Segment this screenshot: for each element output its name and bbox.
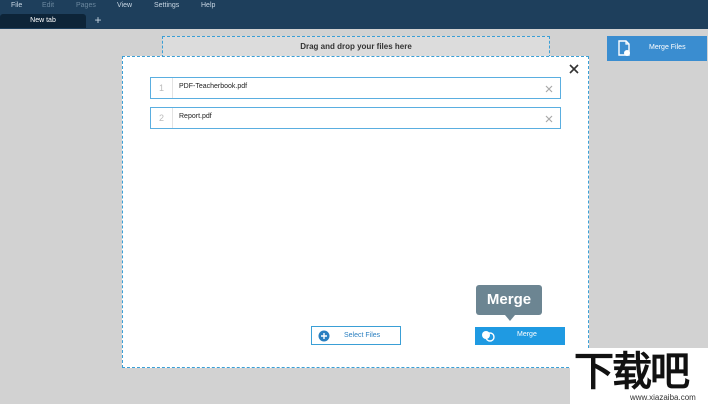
file-name: Report.pdf xyxy=(179,113,212,120)
merge-files-button[interactable]: Merge Files xyxy=(607,36,707,61)
file-name: PDF-Teacherbook.pdf xyxy=(179,83,248,90)
merge-files-label: Merge Files xyxy=(649,44,686,51)
menu-view[interactable]: View xyxy=(117,2,132,9)
menu-help[interactable]: Help xyxy=(201,2,215,9)
remove-file-button[interactable] xyxy=(544,112,554,124)
select-files-button[interactable]: Select Files xyxy=(311,326,401,345)
remove-file-button[interactable] xyxy=(544,82,554,94)
file-row[interactable]: 2 Report.pdf xyxy=(150,107,561,129)
close-icon xyxy=(545,85,553,93)
merge-label: Merge xyxy=(517,331,537,338)
tab-bar: New tab + xyxy=(0,13,708,29)
menu-file[interactable]: File xyxy=(11,2,22,9)
plus-circle-icon xyxy=(318,330,330,344)
close-icon xyxy=(569,64,579,74)
file-index: 1 xyxy=(151,78,173,98)
menu-pages[interactable]: Pages xyxy=(76,2,96,9)
merge-dialog xyxy=(122,56,589,368)
watermark-logo: 下载吧 www.xiazaiba.com xyxy=(570,348,708,404)
file-index: 2 xyxy=(151,108,173,128)
watermark-url: www.xiazaiba.com xyxy=(630,393,696,402)
merge-circles-icon xyxy=(481,330,495,344)
drop-hint-text: Drag and drop your files here xyxy=(300,42,412,51)
file-row[interactable]: 1 PDF-Teacherbook.pdf xyxy=(150,77,561,99)
tab-new-tab[interactable]: New tab xyxy=(0,14,86,28)
menu-edit[interactable]: Edit xyxy=(42,2,54,9)
merge-document-icon xyxy=(617,40,631,59)
select-files-label: Select Files xyxy=(344,332,381,339)
menu-settings[interactable]: Settings xyxy=(154,2,179,9)
close-icon xyxy=(545,115,553,123)
add-tab-button[interactable]: + xyxy=(90,14,106,28)
tooltip-arrow xyxy=(505,315,515,321)
menu-bar: File Edit Pages View Settings Help xyxy=(0,0,708,13)
close-dialog-button[interactable] xyxy=(567,62,581,76)
merge-button[interactable]: Merge xyxy=(475,327,565,345)
drop-zone[interactable]: Drag and drop your files here xyxy=(162,36,550,58)
watermark-brand: 下载吧 xyxy=(574,349,690,395)
merge-tooltip: Merge xyxy=(476,285,542,315)
